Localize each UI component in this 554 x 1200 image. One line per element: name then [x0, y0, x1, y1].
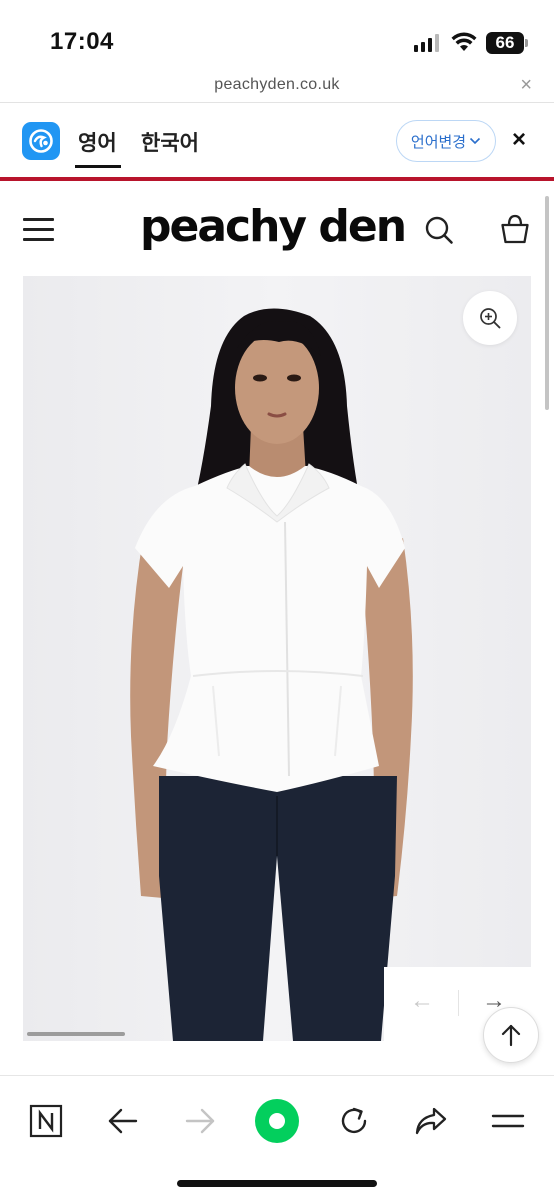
- close-translate-icon[interactable]: ×: [512, 128, 526, 152]
- change-language-label: 언어변경: [410, 133, 467, 151]
- zoom-button[interactable]: [463, 291, 517, 345]
- previous-image-arrow-icon[interactable]: ←: [410, 988, 434, 1014]
- brand-logo[interactable]: peachy den: [140, 201, 407, 252]
- product-image[interactable]: [23, 276, 531, 1041]
- arrow-up-icon: [501, 1024, 521, 1047]
- page-scrollbar[interactable]: [545, 196, 549, 410]
- close-icon[interactable]: ×: [520, 75, 532, 95]
- gallery-nav-divider: [458, 990, 459, 1016]
- back-to-top-button[interactable]: [483, 1007, 539, 1063]
- active-tab-indicator: [75, 165, 121, 168]
- cellular-signal-icon: [414, 34, 440, 52]
- battery-indicator: 66: [486, 32, 528, 54]
- zoom-in-icon: [480, 308, 501, 329]
- translate-bar: 영어 한국어 언어변경 ×: [0, 103, 554, 177]
- wifi-icon: [451, 32, 477, 51]
- address-bar[interactable]: peachyden.co.uk ×: [0, 70, 554, 103]
- url-text[interactable]: peachyden.co.uk: [0, 76, 554, 94]
- back-icon[interactable]: [98, 1096, 148, 1146]
- papago-logo-icon: [22, 122, 60, 160]
- forward-icon[interactable]: [175, 1096, 225, 1146]
- menu-icon[interactable]: [23, 218, 55, 241]
- green-circle-icon[interactable]: [252, 1096, 302, 1146]
- search-icon[interactable]: [424, 215, 454, 245]
- tab-english[interactable]: 영어: [78, 127, 117, 157]
- status-bar: 17:04 66: [0, 0, 554, 70]
- tab-korean[interactable]: 한국어: [141, 127, 199, 157]
- change-language-button[interactable]: 언어변경: [396, 120, 496, 162]
- status-time: 17:04: [50, 28, 114, 55]
- naver-n-icon[interactable]: [21, 1096, 71, 1146]
- refresh-icon[interactable]: [329, 1096, 379, 1146]
- gallery-progress-indicator: [27, 1032, 125, 1036]
- menu-icon[interactable]: [483, 1096, 533, 1146]
- home-indicator: [177, 1180, 377, 1187]
- shopping-bag-icon[interactable]: [500, 213, 530, 245]
- chevron-down-icon: [470, 137, 481, 145]
- site-header: peachy den: [0, 181, 554, 276]
- share-icon[interactable]: [406, 1096, 456, 1146]
